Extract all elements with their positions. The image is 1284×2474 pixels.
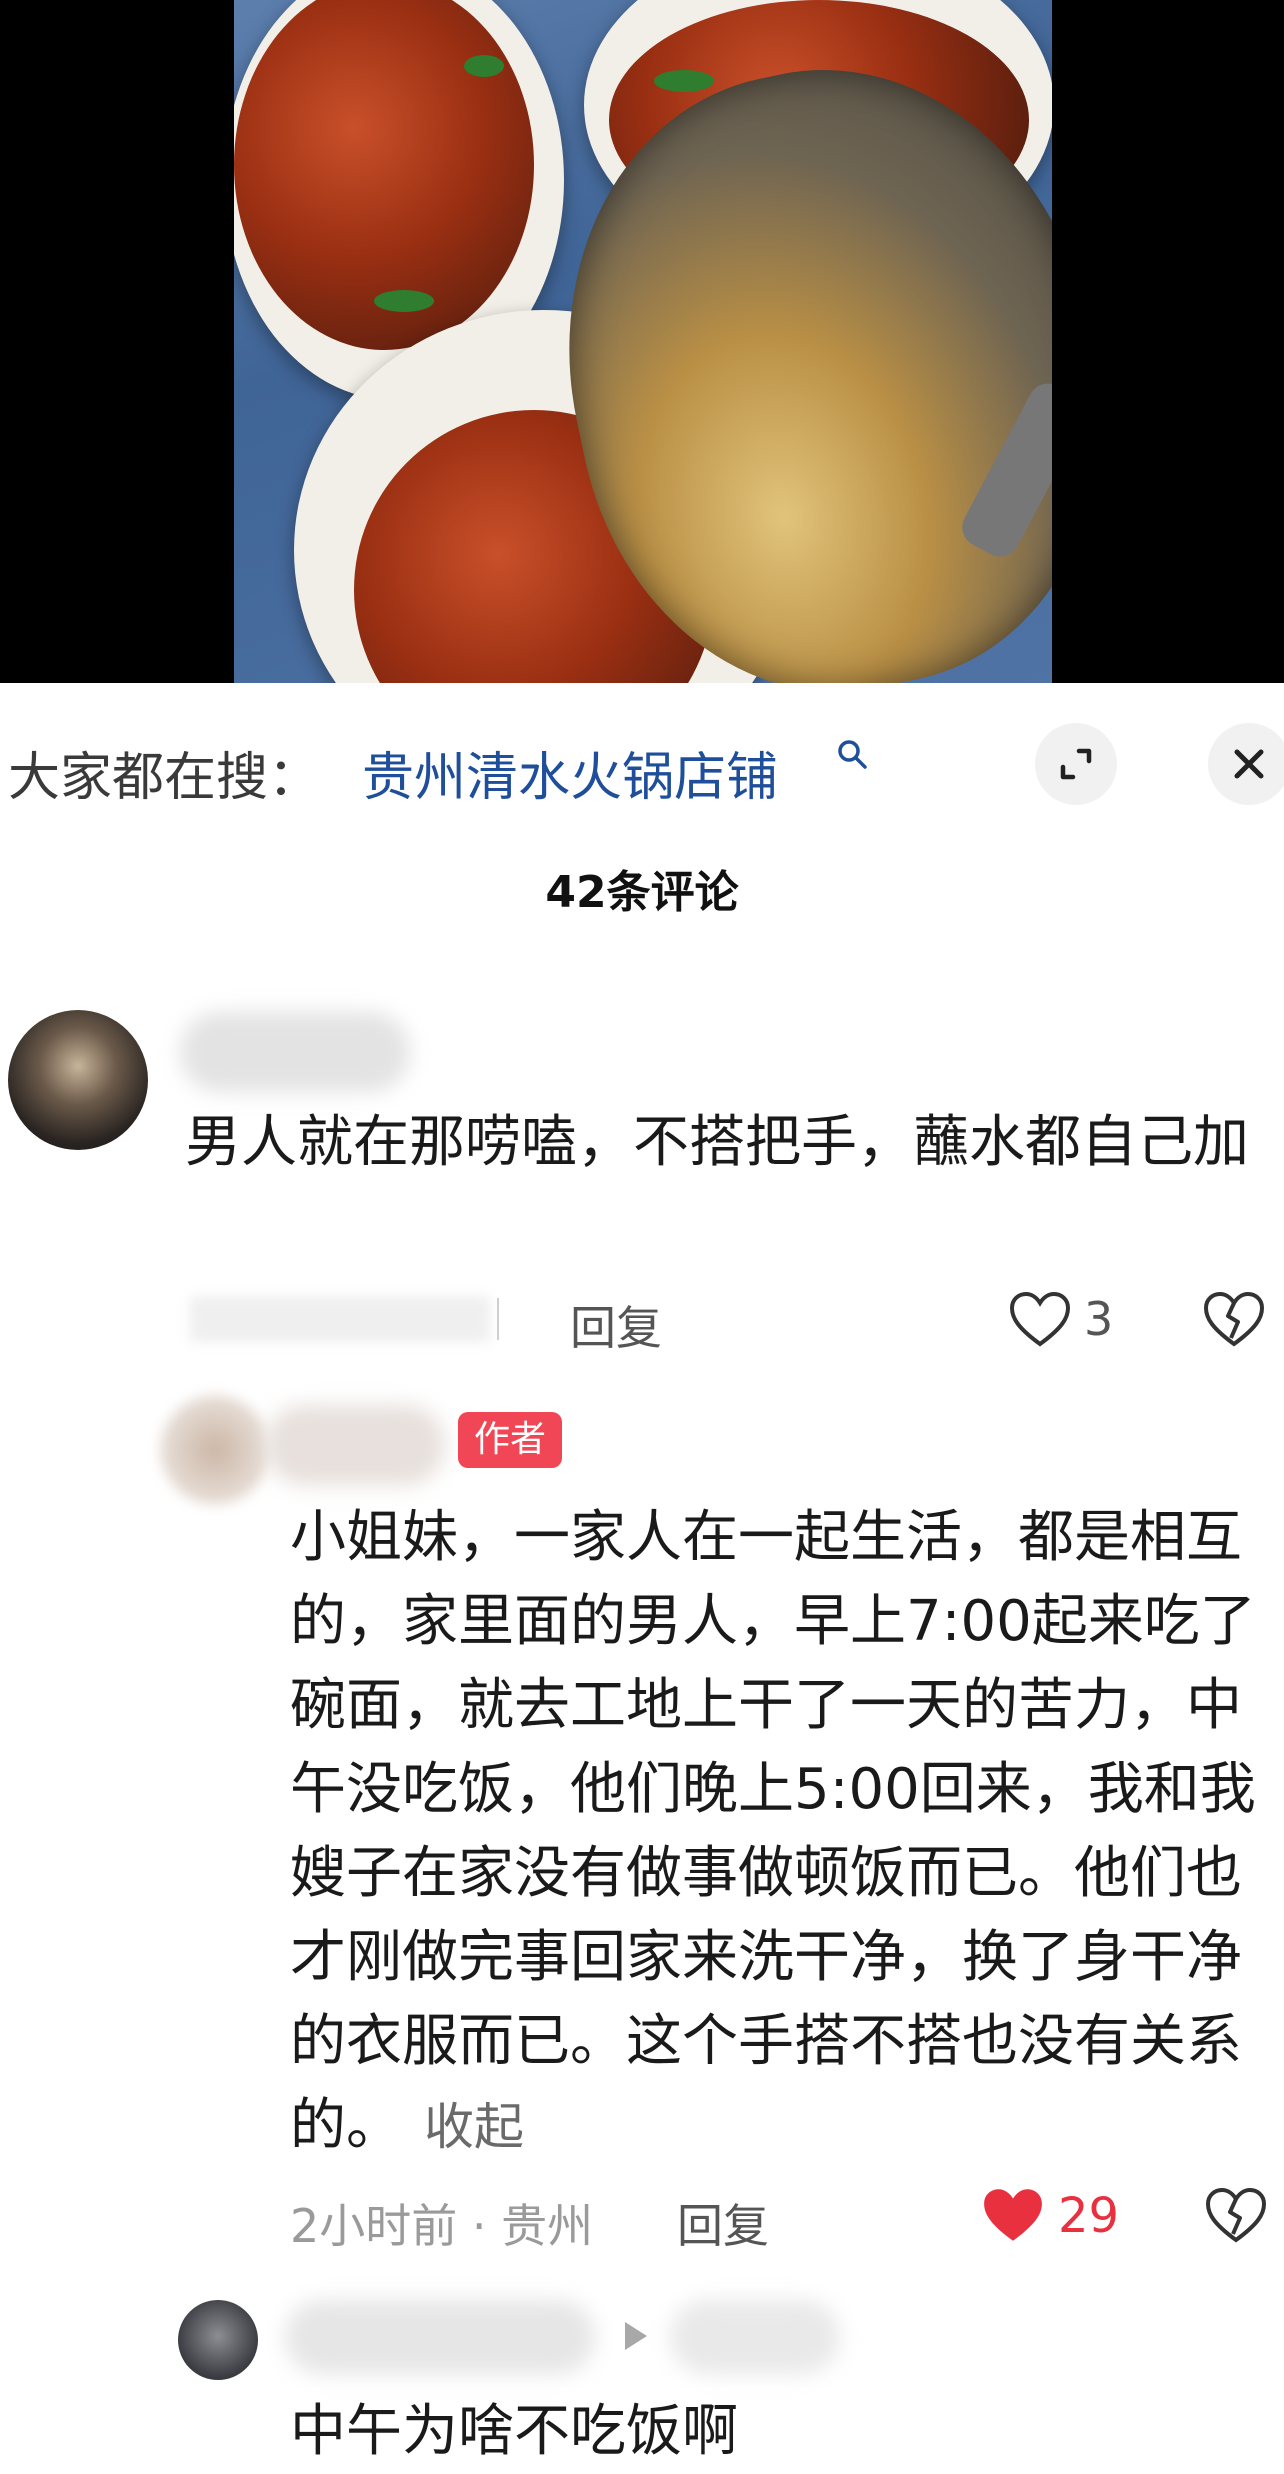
- search-suggestion-prefix: 大家都在搜：: [8, 748, 321, 808]
- heart-outline-icon[interactable]: [1008, 1290, 1072, 1348]
- video-frame: [234, 0, 1052, 683]
- comment-text: 男人就在那唠嗑，不搭把手，蘸水都自己加: [185, 1110, 1249, 1175]
- comment-time-location: 2小时前 · 贵州: [290, 2199, 594, 2253]
- comment-count-title: 42条评论: [545, 867, 739, 918]
- expand-button[interactable]: [1035, 723, 1117, 805]
- username-blurred[interactable]: [265, 1405, 445, 1485]
- heart-filled-icon[interactable]: [980, 2185, 1046, 2245]
- username-blurred[interactable]: [180, 1012, 410, 1092]
- comment-body: 小姐妹，一家人在一起生活，都是相互的，家里面的男人，早上7:00起来吃了碗面，就…: [290, 1505, 1256, 2158]
- close-button[interactable]: [1208, 723, 1284, 805]
- search-suggestion-link[interactable]: 贵州清水火锅店铺: [362, 735, 778, 810]
- like-count: 29: [1058, 2188, 1120, 2244]
- divider: [497, 1298, 499, 1340]
- avatar[interactable]: [160, 1395, 270, 1505]
- expand-icon: [1060, 748, 1092, 780]
- username-blurred[interactable]: [285, 2300, 595, 2374]
- reply-button[interactable]: 回复: [677, 2190, 769, 2256]
- author-badge: 作者: [458, 1412, 563, 1468]
- comment-text: 中午为啥不吃饭啊: [290, 2399, 738, 2464]
- avatar[interactable]: [8, 1010, 148, 1150]
- reply-button[interactable]: 回复: [570, 1292, 662, 1358]
- collapse-link[interactable]: 收起: [424, 2098, 524, 2156]
- broken-heart-icon[interactable]: [1204, 2186, 1268, 2244]
- comment-text: 小姐妹，一家人在一起生活，都是相互的，家里面的男人，早上7:00起来吃了碗面，就…: [290, 1496, 1260, 2169]
- close-icon: [1234, 749, 1264, 779]
- reply-target-username-blurred[interactable]: [670, 2300, 840, 2374]
- like-count: 3: [1084, 1292, 1114, 1346]
- reply-arrow-icon: [625, 2322, 647, 2350]
- avatar[interactable]: [178, 2300, 258, 2380]
- search-icon[interactable]: [836, 738, 870, 772]
- comment-meta-blurred: [190, 1296, 490, 1342]
- broken-heart-icon[interactable]: [1202, 1290, 1266, 1348]
- video-player[interactable]: [0, 0, 1284, 683]
